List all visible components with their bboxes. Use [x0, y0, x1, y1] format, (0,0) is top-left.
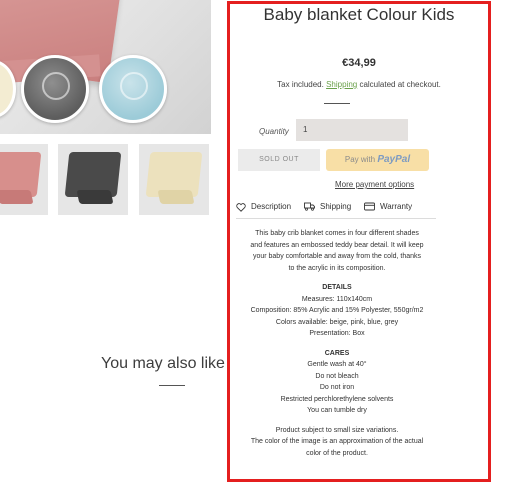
color-swatch-blue[interactable] — [99, 55, 167, 123]
thumbnail-fold — [0, 190, 34, 204]
description-line: This baby crib blanket comes in four dif… — [255, 230, 419, 237]
tab-label: Warranty — [380, 202, 413, 211]
product-tabs: Description Shipping Warranty — [236, 202, 436, 219]
details-line: Measures: 110x140cm — [301, 295, 373, 303]
more-payment-options-link[interactable]: More payment options — [335, 180, 414, 189]
sold-out-button[interactable]: SOLD OUT — [238, 149, 320, 171]
tab-label: Description — [251, 202, 292, 211]
quantity-input[interactable]: 1 — [296, 119, 408, 141]
teddy-bear-emboss — [42, 72, 70, 100]
teddy-bear-emboss — [120, 72, 148, 100]
thumbnail-grey[interactable] — [58, 144, 128, 215]
paypal-button[interactable]: Pay with PayPal — [326, 149, 429, 171]
description-line: and features an embossed teddy bear deta… — [250, 241, 424, 249]
you-may-also-like-heading: You may also like — [101, 355, 225, 372]
thumbnail-fold — [157, 190, 195, 204]
thumbnail-pink[interactable] — [0, 144, 48, 215]
product-price: €34,99 — [342, 57, 376, 69]
tab-description[interactable]: Description — [236, 202, 291, 212]
tax-prefix: Tax included. — [277, 80, 324, 89]
tab-warranty[interactable]: Warranty — [364, 202, 412, 211]
tax-note: Tax included. Shipping calculated at che… — [230, 80, 488, 89]
cares-line: Do not bleach — [315, 372, 359, 380]
shipping-link[interactable]: Shipping — [326, 80, 357, 89]
description-line: your baby comfortable and away from the … — [252, 253, 422, 260]
details-line: Composition: 85% Acrylic and 15% Polyest… — [250, 307, 424, 314]
footer-line: Product subject to small size variations… — [275, 426, 399, 434]
thumbnail-fold — [76, 190, 114, 204]
product-description: This baby crib blanket comes in four dif… — [235, 228, 439, 459]
heart-icon — [236, 202, 246, 212]
card-icon — [364, 202, 375, 211]
main-product-image[interactable] — [0, 0, 211, 134]
details-line: Colors available: beige, pink, blue, gre… — [275, 318, 399, 326]
price-divider — [324, 103, 350, 104]
footer-line: color of the product. — [306, 449, 368, 457]
cares-line: Do not iron — [319, 384, 355, 391]
color-swatch-grey[interactable] — [21, 55, 89, 123]
tax-suffix: calculated at checkout. — [359, 80, 441, 89]
cares-heading: CARES — [324, 349, 350, 357]
heading-divider — [159, 385, 185, 386]
quantity-label: Quantity — [259, 127, 289, 136]
product-info-panel: Baby blanket Colour Kids €34,99 Tax incl… — [227, 1, 491, 482]
details-line: Presentation: Box — [309, 330, 365, 337]
details-heading: DETAILS — [322, 284, 352, 291]
cares-line: Gentle wash at 40° — [307, 361, 367, 368]
thumbnail-beige[interactable] — [139, 144, 209, 215]
description-line: to the acrylic in its composition. — [288, 264, 386, 272]
tab-shipping[interactable]: Shipping — [304, 202, 351, 211]
truck-icon — [304, 202, 315, 211]
cares-line: You can tumble dry — [307, 407, 367, 414]
tab-label: Shipping — [320, 202, 352, 211]
cares-line: Restricted perchlorethylene solvents — [280, 395, 394, 403]
product-title: Baby blanket Colour Kids — [263, 5, 455, 24]
paypal-logo: PayPal — [377, 154, 411, 165]
footer-line: The color of the image is an approximati… — [250, 438, 424, 445]
paypal-prefix: Pay with — [344, 155, 376, 164]
